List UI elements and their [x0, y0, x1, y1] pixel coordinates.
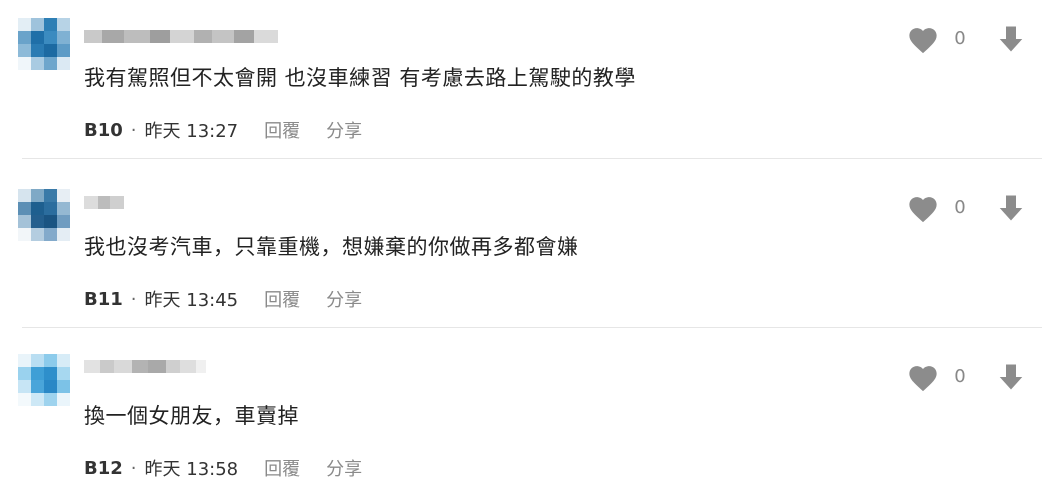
arrow-down-icon[interactable] — [996, 193, 1028, 225]
reply-button[interactable]: 回覆 — [264, 117, 300, 143]
like-count: 0 — [954, 197, 966, 218]
comment-item: 換一個女朋友，車賣掉 B12 · 昨天 13:58 回覆 分享 0 — [0, 338, 1062, 489]
heart-icon[interactable] — [906, 24, 942, 56]
arrow-down-icon[interactable] — [996, 362, 1028, 394]
heart-icon[interactable] — [906, 362, 942, 394]
comment-item: 我有駕照但不太會開 也沒車練習 有考慮去路上駕駛的教學 B10 · 昨天 13:… — [0, 0, 1062, 169]
divider — [22, 158, 1042, 159]
comment-text: 換一個女朋友，車賣掉 — [84, 404, 299, 428]
timestamp: 昨天 13:27 — [144, 121, 239, 142]
heart-icon[interactable] — [906, 193, 942, 225]
floor-number[interactable]: B10 — [84, 120, 123, 141]
like-count: 0 — [954, 366, 966, 387]
arrow-down-icon[interactable] — [996, 24, 1028, 56]
avatar[interactable] — [18, 354, 74, 410]
divider — [22, 327, 1042, 328]
comment-list: 我有駕照但不太會開 也沒車練習 有考慮去路上駕駛的教學 B10 · 昨天 13:… — [0, 0, 1062, 489]
avatar[interactable] — [18, 18, 74, 74]
comment-meta: B12 · 昨天 13:58 回覆 分享 — [84, 455, 362, 481]
reply-button[interactable]: 回覆 — [264, 286, 300, 312]
avatar[interactable] — [18, 189, 74, 245]
separator-dot: · — [130, 288, 137, 310]
separator-dot: · — [130, 119, 137, 141]
comment-meta: B10 · 昨天 13:27 回覆 分享 — [84, 117, 362, 143]
comment-text: 我有駕照但不太會開 也沒車練習 有考慮去路上駕駛的教學 — [84, 66, 636, 90]
comment-item: 我也沒考汽車，只靠重機，想嫌棄的你做再多都會嫌 B11 · 昨天 13:45 回… — [0, 169, 1062, 338]
share-button[interactable]: 分享 — [326, 286, 362, 312]
floor-number[interactable]: B11 — [84, 289, 123, 310]
separator-dot: · — [130, 457, 137, 479]
reply-button[interactable]: 回覆 — [264, 455, 300, 481]
share-button[interactable]: 分享 — [326, 455, 362, 481]
like-count: 0 — [954, 28, 966, 49]
timestamp: 昨天 13:58 — [144, 459, 239, 480]
share-button[interactable]: 分享 — [326, 117, 362, 143]
timestamp: 昨天 13:45 — [144, 290, 239, 311]
comment-meta: B11 · 昨天 13:45 回覆 分享 — [84, 286, 362, 312]
comment-text: 我也沒考汽車，只靠重機，想嫌棄的你做再多都會嫌 — [84, 235, 579, 259]
floor-number[interactable]: B12 — [84, 458, 123, 479]
